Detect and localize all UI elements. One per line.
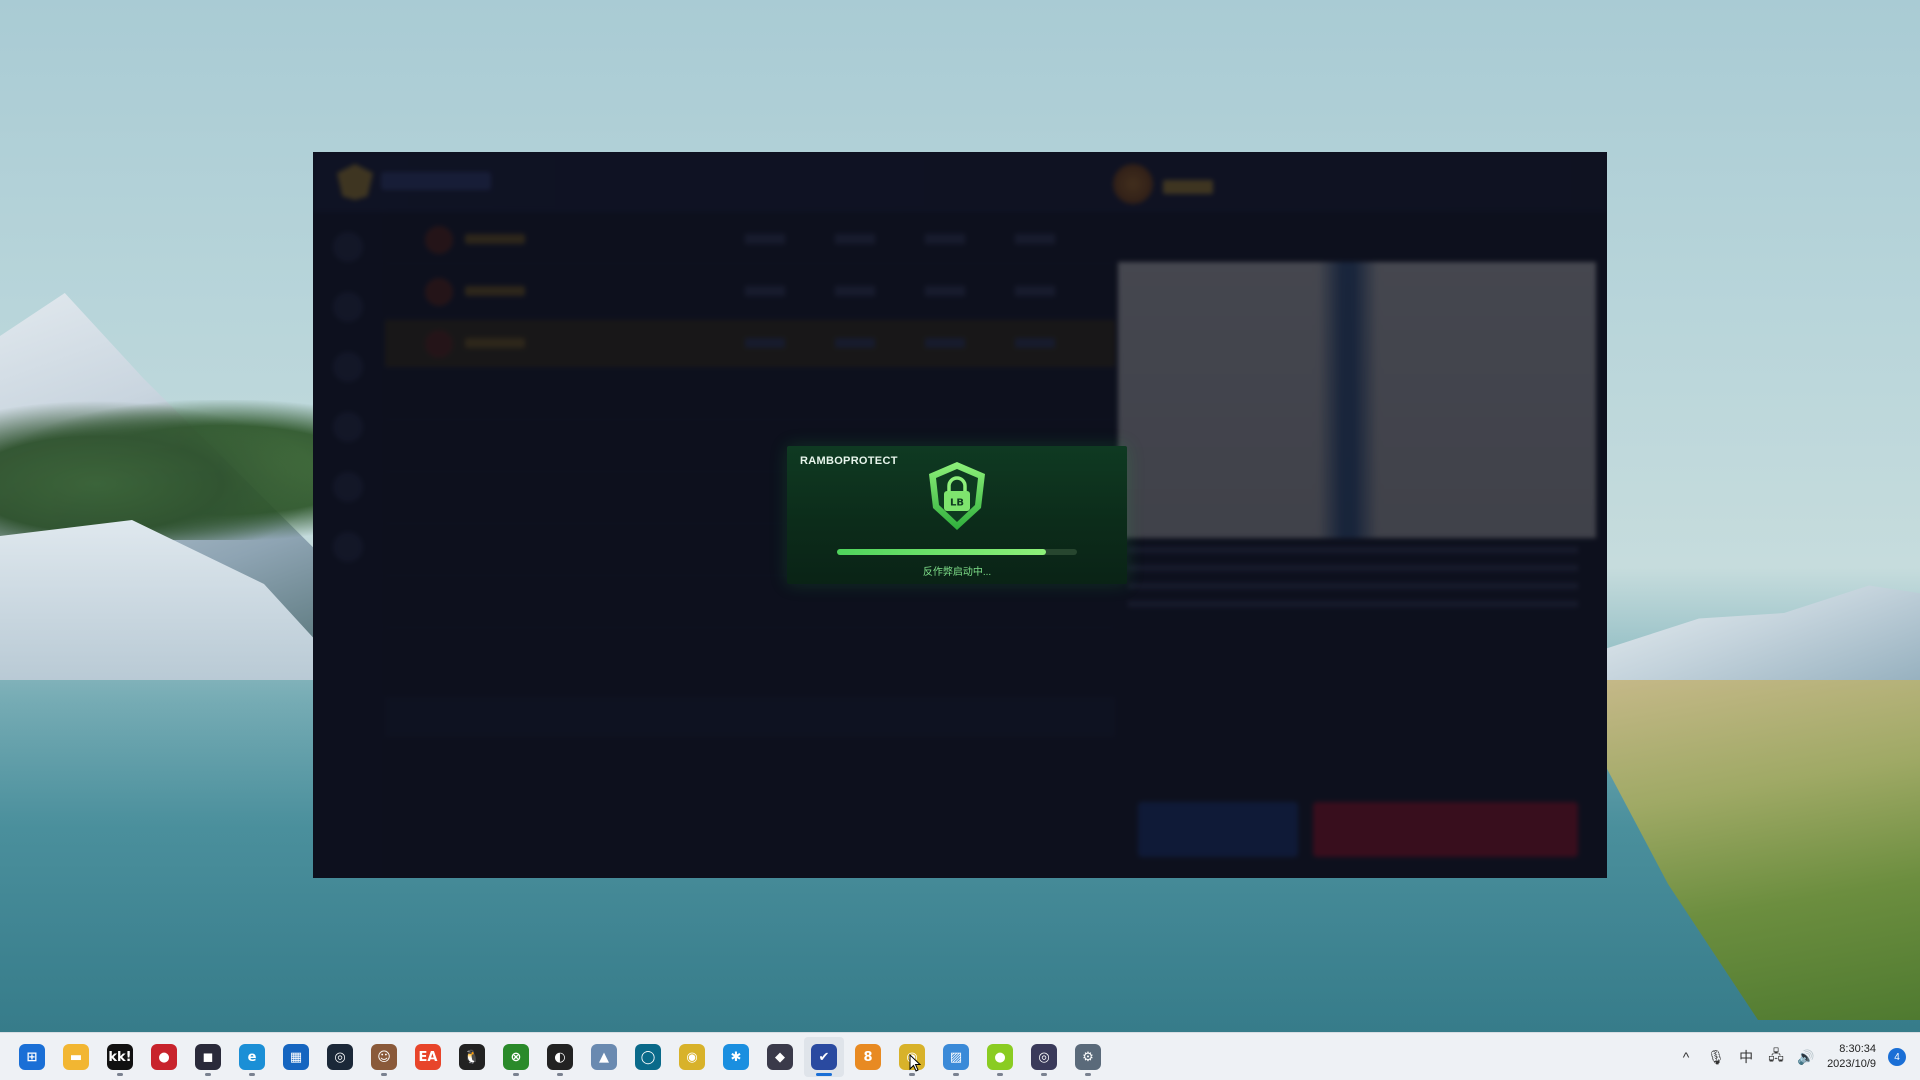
cube-app-icon[interactable]: ◆: [760, 1037, 800, 1077]
kk-app-icon[interactable]: kk!: [100, 1037, 140, 1077]
running-indicator: [513, 1073, 519, 1076]
taskbar-app-list: ⊞▬kk!●◼e▦◎☺EA🐧⊗◐▲◯◉✱◆✔8◉▨●◎⚙: [12, 1037, 1108, 1077]
xbox-icon: ⊗: [503, 1044, 529, 1070]
tray-overflow-chevron-icon[interactable]: ^: [1677, 1049, 1695, 1065]
clock-time: 8:30:34: [1839, 1043, 1876, 1055]
monitor-app-icon: ▲: [591, 1044, 617, 1070]
ring-app-icon[interactable]: ◯: [628, 1037, 668, 1077]
running-indicator: [249, 1073, 255, 1076]
monitor-app-icon[interactable]: ▲: [584, 1037, 624, 1077]
running-indicator: [909, 1073, 915, 1076]
qq-icon: 🐧: [459, 1044, 485, 1070]
start-button[interactable]: ⊞: [12, 1037, 52, 1077]
file-explorer-icon[interactable]: ▬: [56, 1037, 96, 1077]
dark-game-icon: ◼: [195, 1044, 221, 1070]
running-indicator: [117, 1073, 123, 1076]
edge-browser-icon[interactable]: e: [232, 1037, 272, 1077]
clock[interactable]: 8:30:34 2023/10/9: [1827, 1042, 1876, 1072]
running-indicator: [557, 1073, 563, 1076]
mouse-cursor-icon: [909, 1054, 921, 1072]
orange-app-icon: 8: [855, 1044, 881, 1070]
network-icon[interactable]: 🖧: [1767, 1045, 1785, 1069]
forest-left: [0, 400, 320, 540]
shield-label: LB: [950, 498, 964, 509]
green-app-icon: ●: [987, 1044, 1013, 1070]
settings-icon: ⚙: [1075, 1044, 1101, 1070]
green-app-icon[interactable]: ●: [980, 1037, 1020, 1077]
ms-store-icon[interactable]: ▦: [276, 1037, 316, 1077]
battlenet-icon: ✱: [723, 1044, 749, 1070]
cube-app-icon: ◆: [767, 1044, 793, 1070]
anticheat-splash: RAMBOPROTECT LB 反作弊启动中...: [787, 446, 1127, 584]
ring-app-icon: ◯: [635, 1044, 661, 1070]
system-tray: ^ 🎙 中 🖧 🔊 8:30:34 2023/10/9 4: [1677, 1033, 1906, 1080]
shield-lock-icon: LB: [929, 462, 985, 530]
xbox-icon[interactable]: ⊗: [496, 1037, 536, 1077]
steam-icon: ◎: [327, 1044, 353, 1070]
running-indicator: [997, 1073, 1003, 1076]
game-launcher-icon: ◐: [547, 1044, 573, 1070]
glasses-app-icon: ◉: [679, 1044, 705, 1070]
spiral-app-icon[interactable]: ◎: [1024, 1037, 1064, 1077]
ea-app-icon: EA: [415, 1044, 441, 1070]
progress-fill: [837, 549, 1046, 555]
running-indicator: [381, 1073, 387, 1076]
ea-app-icon[interactable]: EA: [408, 1037, 448, 1077]
glasses-app-icon[interactable]: ◉: [672, 1037, 712, 1077]
photo-viewer-icon[interactable]: ▨: [936, 1037, 976, 1077]
notification-badge[interactable]: 4: [1888, 1048, 1906, 1066]
running-indicator: [205, 1073, 211, 1076]
battlenet-icon[interactable]: ✱: [716, 1037, 756, 1077]
file-explorer-icon: ▬: [63, 1044, 89, 1070]
clock-date: 2023/10/9: [1827, 1058, 1876, 1070]
steam-icon[interactable]: ◎: [320, 1037, 360, 1077]
avatar-app-icon[interactable]: ☺: [364, 1037, 404, 1077]
ime-indicator[interactable]: 中: [1737, 1047, 1755, 1067]
ms-store-icon: ▦: [283, 1044, 309, 1070]
snowy-mountain-right: [1580, 585, 1920, 690]
tgp-app-icon: ●: [151, 1044, 177, 1070]
edge-browser-icon: e: [239, 1044, 265, 1070]
shield-app-icon: ✔: [811, 1044, 837, 1070]
photo-viewer-icon: ▨: [943, 1044, 969, 1070]
splash-title: RAMBOPROTECT: [800, 455, 898, 467]
tgp-app-icon[interactable]: ●: [144, 1037, 184, 1077]
running-indicator: [1041, 1073, 1047, 1076]
orange-app-icon[interactable]: 8: [848, 1037, 888, 1077]
shield-app-icon[interactable]: ✔: [804, 1037, 844, 1077]
splash-status: 反作弊启动中...: [922, 567, 992, 578]
spiral-app-icon: ◎: [1031, 1044, 1057, 1070]
avatar-app-icon: ☺: [371, 1044, 397, 1070]
running-indicator: [953, 1073, 959, 1076]
progress-bar: [837, 549, 1077, 555]
taskbar: ⊞▬kk!●◼e▦◎☺EA🐧⊗◐▲◯◉✱◆✔8◉▨●◎⚙ ^ 🎙 中 🖧 🔊 8…: [0, 1032, 1920, 1080]
running-indicator: [816, 1073, 832, 1076]
kk-app-icon: kk!: [107, 1044, 133, 1070]
settings-icon[interactable]: ⚙: [1068, 1037, 1108, 1077]
qq-icon[interactable]: 🐧: [452, 1037, 492, 1077]
running-indicator: [1085, 1073, 1091, 1076]
start-icon: ⊞: [19, 1044, 45, 1070]
game-launcher-icon[interactable]: ◐: [540, 1037, 580, 1077]
volume-icon[interactable]: 🔊: [1797, 1049, 1815, 1066]
dark-game-icon[interactable]: ◼: [188, 1037, 228, 1077]
microphone-icon[interactable]: 🎙: [1707, 1049, 1725, 1066]
